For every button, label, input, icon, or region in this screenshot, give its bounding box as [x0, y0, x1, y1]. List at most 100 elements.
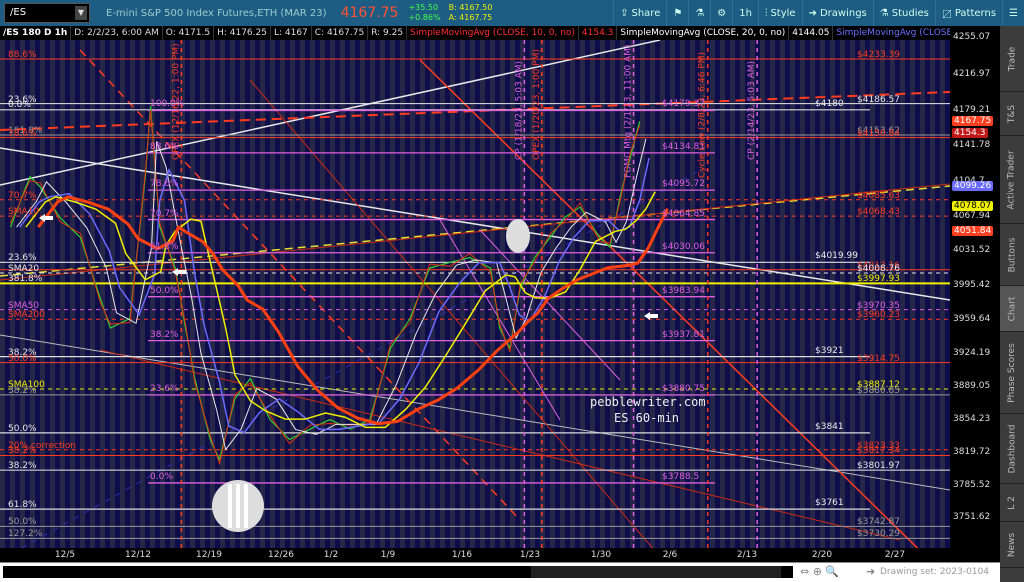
level-label: $3997.93: [857, 274, 900, 285]
date-axis[interactable]: 12/5 12/12 12/19 12/26 1/2 1/9 1/16 1/23 1/30 2/6…: [0, 548, 950, 562]
level-label: $3817.34: [857, 446, 900, 457]
side-tab-label: T&S: [1006, 104, 1017, 123]
price-tag: 4154.3: [952, 128, 988, 139]
fib-value-label: $3880.75: [662, 384, 705, 394]
bar-open: O: 4171.5: [163, 26, 215, 40]
highlight-bar: [228, 484, 232, 528]
date-tick: 2/6: [662, 550, 678, 560]
side-tab-buttons[interactable]: Buttons: [1000, 224, 1024, 286]
date-tick: 12/19: [196, 550, 222, 560]
fib-value-label: $4179.37: [662, 99, 705, 110]
flask-button[interactable]: ⚗: [688, 0, 710, 26]
level-label: $4008.76: [857, 264, 900, 275]
instrument-description: E-mini S&P 500 Index Futures,ETH (MAR 23…: [106, 7, 327, 19]
price-tick: 4216.97: [953, 68, 991, 79]
price-axis[interactable]: 4255.074216.974179.214141.784104.74067.9…: [950, 26, 1000, 548]
scrollbar-thumb[interactable]: [531, 566, 781, 578]
fib-value-label: $4030.06: [662, 241, 705, 252]
arrow-right-icon[interactable]: ➜: [866, 565, 875, 578]
ask: A: 4167.75: [448, 13, 493, 22]
side-tab-phase-scores[interactable]: Phase Scores: [1000, 332, 1024, 414]
share-button[interactable]: ⇪ Share: [613, 0, 666, 26]
watermark-subtitle: ES 60-min: [614, 411, 680, 425]
side-tab-chart[interactable]: Chart: [1000, 286, 1024, 332]
share-icon: ⇪: [620, 7, 629, 19]
patterns-button[interactable]: 〼 Patterns: [934, 0, 1002, 26]
zoom-icons[interactable]: ⇔ ⊕ 🔍: [800, 565, 839, 578]
sma20-value: 4144.05: [789, 26, 834, 40]
fib-left-label: 70.7%: [8, 190, 37, 201]
price-tick: 4031.52: [953, 245, 991, 256]
fib-value-label: $3937.81: [662, 329, 705, 340]
side-tab-label: Dashboard: [1007, 424, 1018, 473]
settings-button[interactable]: ⚙: [710, 0, 732, 26]
level-label: $4019.99: [815, 251, 858, 262]
level-label: $3880.85: [857, 385, 900, 396]
side-tab-l-2[interactable]: L 2: [1000, 484, 1024, 522]
side-tab-active-trader[interactable]: Active Trader: [1000, 136, 1024, 224]
level-label: $4068.43: [857, 207, 900, 218]
interval-button[interactable]: 1h: [732, 0, 758, 26]
level-label: $4233.39: [857, 49, 900, 60]
level-label: $3742.87: [857, 517, 900, 528]
chevron-down-icon[interactable]: ▼: [75, 6, 87, 20]
fib-left-label: SMA10: [8, 207, 40, 218]
date-tick: 1/16: [451, 550, 473, 560]
date-tick: 1/23: [519, 550, 541, 560]
flag-icon: ⚑: [673, 7, 683, 19]
level-label: $3801.97: [857, 461, 900, 472]
chart-symbol: /ES 180 D 1h: [0, 26, 72, 40]
price-tick: 4141.78: [953, 140, 991, 151]
toolbar: /ES ▼ E-mini S&P 500 Index Futures,ETH (M…: [0, 0, 1024, 26]
level-label: $3970.35: [857, 300, 900, 311]
studies-button[interactable]: ⚗ Studies: [872, 0, 935, 26]
fib-left-label: SMA20: [8, 264, 40, 275]
fib-percent-label: 70.7%: [150, 208, 179, 219]
bottom-bar: ⇔ ⊕ 🔍 ➜ Drawing set: 2023-0104: [0, 562, 1000, 582]
menu-button[interactable]: ☰: [1002, 0, 1024, 26]
event-label: OPEX (1/20/23, 1:00 PM): [532, 49, 542, 160]
style-button[interactable]: ⫶ Style: [757, 0, 802, 26]
fib-percent-label: 50.0%: [150, 285, 179, 296]
fib-left-label: 38.2%: [8, 446, 37, 457]
horizontal-scrollbar[interactable]: [3, 566, 793, 578]
side-tab-trade[interactable]: Trade: [1000, 26, 1024, 92]
fib-percent-label: 100.0%: [150, 99, 185, 110]
symbol-input[interactable]: /ES ▼: [4, 3, 90, 23]
date-tick: 2/13: [736, 550, 758, 560]
fib-left-label: SMA50: [8, 300, 40, 311]
price-tick: 3785.52: [953, 479, 991, 490]
level-label: $3914.75: [857, 353, 900, 364]
fib-percent-label: 23.6%: [150, 384, 179, 394]
fib-left-label: 23.6%: [8, 253, 37, 264]
fib-left-label: 61.8%: [8, 500, 37, 511]
fib-left-label: 381.8%: [8, 274, 43, 285]
price-chart[interactable]: OPEX (12/16/22, 1:00 PM) CP (1/18/23, 5:0…: [0, 40, 950, 548]
side-tab-news[interactable]: News: [1000, 522, 1024, 568]
date-tick: 1/9: [380, 550, 396, 560]
level-label: $3730.29: [857, 529, 900, 540]
bar-date: D: 2/2/23, 6:00 AM: [71, 26, 163, 40]
side-tab-t-s[interactable]: T&S: [1000, 92, 1024, 136]
fib-left-label: SMA200: [8, 310, 45, 321]
level-label: $4180: [815, 98, 844, 109]
price-line-red: [9, 109, 641, 466]
fib-left-label: 38.2%: [8, 385, 37, 396]
price-tick: 4067.94: [953, 210, 991, 221]
highlight-bar: [236, 484, 240, 528]
price-tag: 4078.07: [952, 200, 994, 211]
price-tick: 3889.05: [953, 381, 991, 392]
sma10-value: 4154.3: [579, 26, 618, 40]
date-tick: 2/20: [811, 550, 833, 560]
fib-percent-label: 88.6%: [150, 141, 179, 152]
bar-high: H: 4176.25: [214, 26, 271, 40]
drawing-set[interactable]: Drawing set: 2023-0104: [880, 567, 989, 577]
sma-orange: [37, 195, 669, 426]
gear-icon: ⚙: [717, 7, 727, 19]
fib-left-label: 38.2%: [8, 461, 37, 472]
flag-button[interactable]: ⚑: [666, 0, 688, 26]
price-tag: 4099.26: [952, 180, 994, 191]
fib-value-label: $4095.72: [662, 179, 705, 190]
drawings-button[interactable]: ➜ Drawings: [801, 0, 873, 26]
side-tab-dashboard[interactable]: Dashboard: [1000, 414, 1024, 484]
